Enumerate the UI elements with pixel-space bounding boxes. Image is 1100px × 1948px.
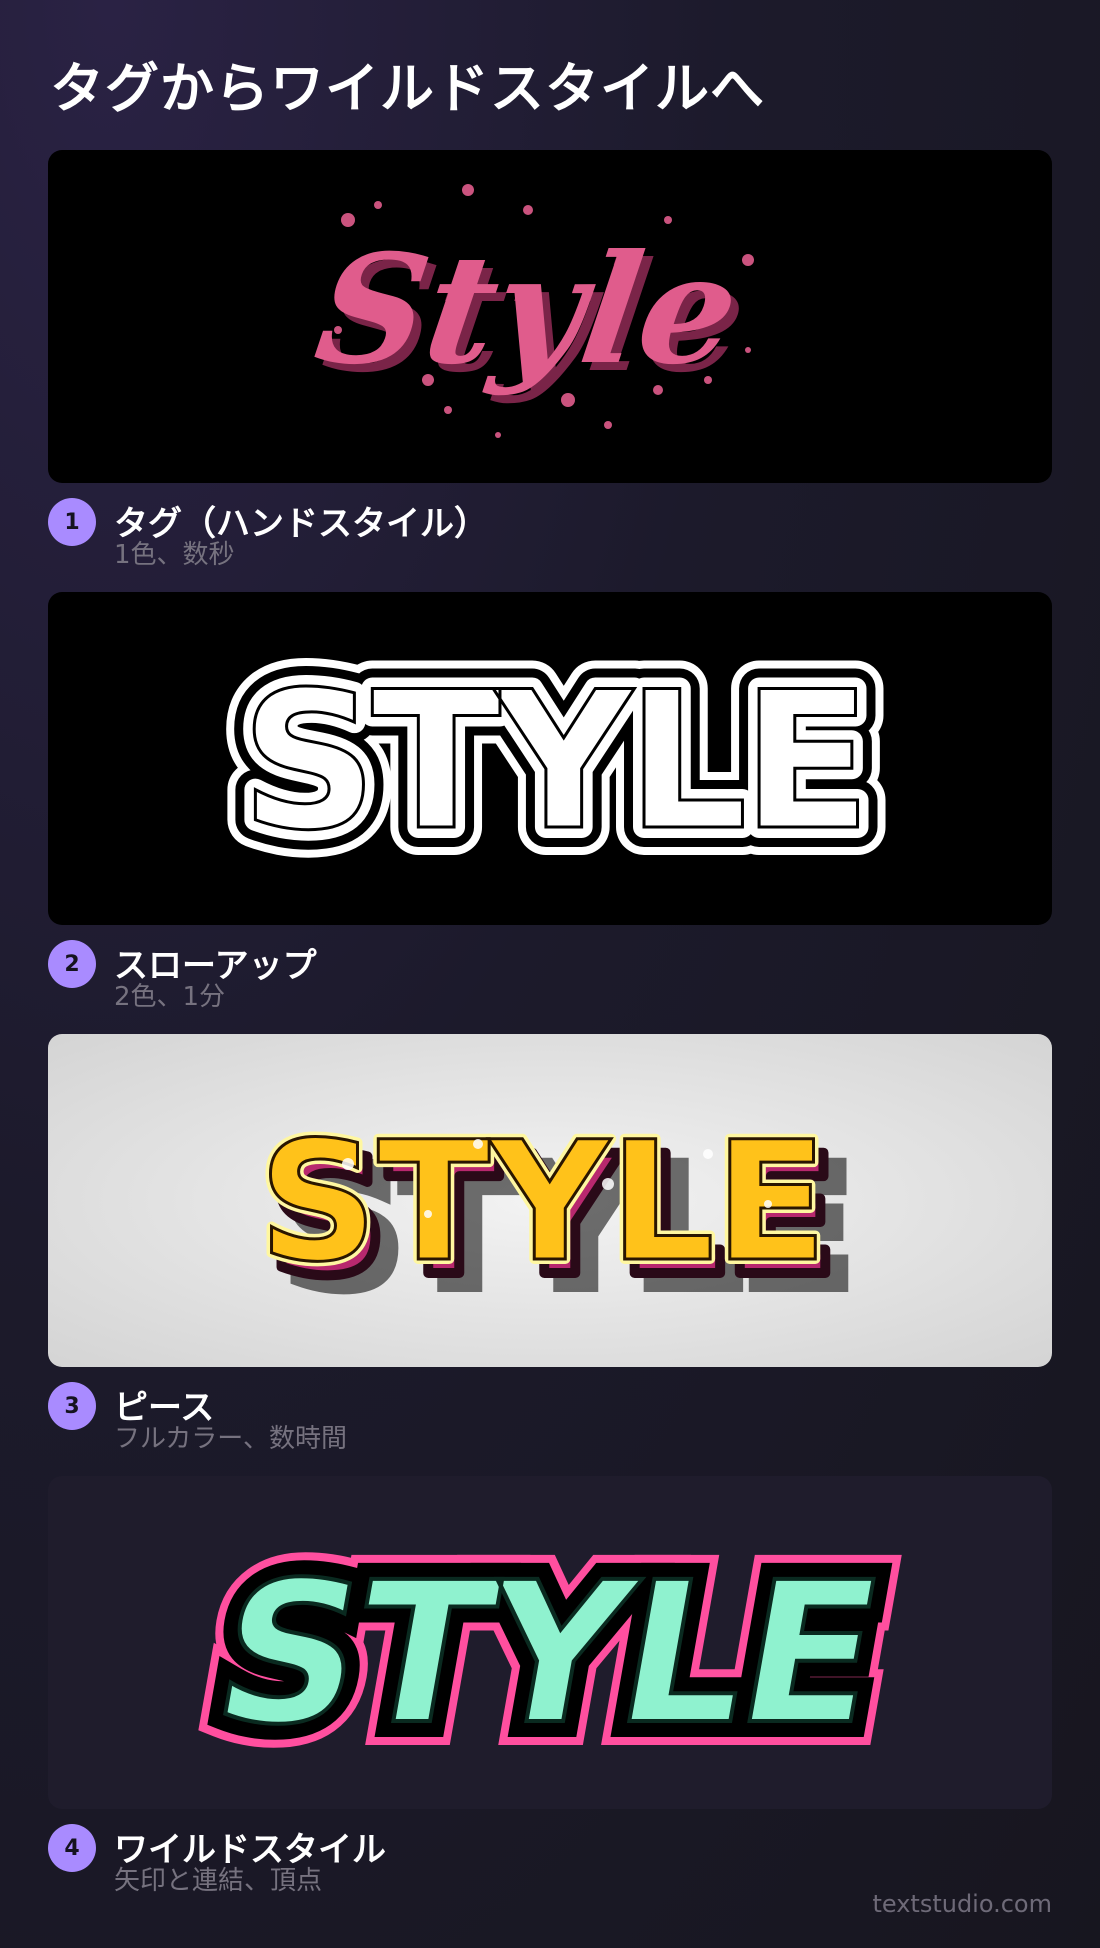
step-number-badge: 1 — [48, 498, 96, 546]
tag-style-image: Style Style — [48, 150, 1052, 483]
tag-artwork: Style Style — [307, 184, 757, 438]
svg-text:Style: Style — [307, 221, 749, 398]
svg-text:STYLE: STYLE — [201, 1541, 893, 1767]
throwup-style-image: STYLE STYLE STYLE STYLE — [48, 592, 1052, 925]
step-subtitle: 2色、1分 — [114, 982, 226, 1012]
step-number-badge: 3 — [48, 1382, 96, 1430]
step-number-badge: 2 — [48, 940, 96, 988]
svg-text:STYLE: STYLE — [259, 1106, 828, 1298]
page-title: タグからワイルドスタイルへ — [50, 57, 765, 120]
step-subtitle: 矢印と連結、頂点 — [114, 1866, 323, 1896]
step-subtitle: フルカラー、数時間 — [114, 1424, 347, 1454]
step-number-badge: 4 — [48, 1824, 96, 1872]
svg-text:STYLE: STYLE — [241, 651, 866, 872]
wildstyle-artwork: STYLE STYLE STYLE — [177, 1517, 917, 1791]
site-watermark: textstudio.com — [872, 1890, 1052, 1918]
wildstyle-image: STYLE STYLE STYLE — [48, 1476, 1052, 1809]
step-subtitle: 1色、数秒 — [114, 540, 235, 570]
piece-artwork: STYLE STYLE STYLE STYLE — [254, 1101, 861, 1331]
piece-style-image: STYLE STYLE STYLE STYLE — [48, 1034, 1052, 1367]
throwup-artwork: STYLE STYLE STYLE STYLE — [213, 623, 900, 900]
